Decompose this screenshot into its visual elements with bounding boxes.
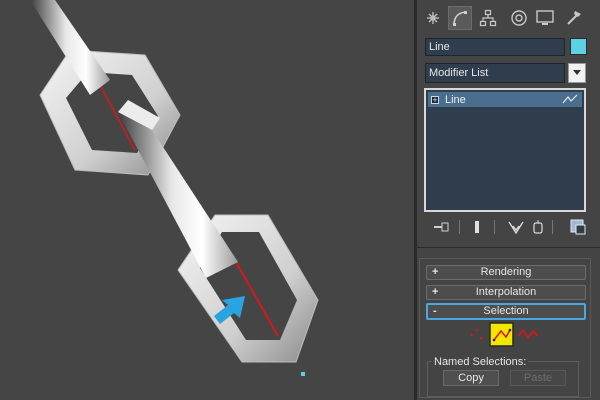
copy-button[interactable]: Copy: [443, 370, 499, 386]
rollout-sign: +: [432, 286, 439, 298]
panel-separator: [417, 247, 600, 248]
vertex-icon[interactable]: [470, 328, 483, 340]
motion-tab[interactable]: [507, 6, 531, 30]
stack-item-line[interactable]: + Line: [428, 92, 582, 107]
command-panel-tabs: [417, 4, 600, 32]
utilities-tab[interactable]: [562, 6, 586, 30]
create-icon: [427, 12, 439, 24]
hierarchy-tab[interactable]: [476, 6, 500, 30]
viewport[interactable]: [0, 0, 414, 400]
stack-toolbar: [423, 216, 593, 238]
chain-scene: [30, 0, 319, 376]
rollout-label: Rendering: [480, 266, 532, 278]
utilities-icon: [567, 11, 581, 25]
rollout-rendering[interactable]: + Rendering: [426, 265, 586, 280]
object-color-swatch[interactable]: [570, 38, 587, 55]
motion-icon: [511, 10, 527, 26]
modify-icon: [453, 11, 467, 26]
pin-stack-icon: [434, 222, 449, 232]
show-end-result-icon: [475, 221, 479, 233]
stack-item-label: Line: [445, 93, 466, 106]
make-unique-button[interactable]: [507, 218, 525, 236]
modifier-stack[interactable]: + Line: [424, 88, 586, 212]
spline-icon[interactable]: [517, 328, 539, 340]
paste-button[interactable]: Paste: [510, 370, 566, 386]
pin-stack-button[interactable]: [433, 218, 451, 236]
hierarchy-icon: [479, 9, 497, 27]
configure-sets-button[interactable]: [569, 218, 587, 236]
command-panel: Line Modifier List + Line + Rendering + …: [417, 0, 600, 400]
named-selections-label: Named Selections:: [432, 356, 529, 368]
remove-modifier-icon: [533, 220, 543, 234]
remove-modifier-button[interactable]: [529, 218, 547, 236]
display-icon: [536, 10, 554, 25]
expand-toggle[interactable]: +: [431, 95, 439, 104]
rollout-label: Interpolation: [475, 286, 537, 298]
rollout-label: Selection: [483, 305, 529, 317]
modifier-list-arrow[interactable]: [568, 63, 586, 83]
modify-tab[interactable]: [448, 6, 472, 30]
segment-icon[interactable]: [489, 322, 514, 347]
vertex-marker[interactable]: [301, 372, 305, 376]
make-unique-icon: [508, 221, 524, 234]
show-end-result-button[interactable]: [468, 218, 486, 236]
chain-shaft-middle: [118, 112, 238, 278]
configure-sets-icon: [570, 219, 586, 235]
rollout-sign: -: [433, 305, 437, 317]
selection-level-buttons: [470, 322, 539, 347]
rollout-interpolation[interactable]: + Interpolation: [426, 285, 586, 300]
chevron-down-icon: [573, 70, 581, 75]
modifier-list-dropdown[interactable]: Modifier List: [425, 63, 565, 83]
create-tab[interactable]: [421, 6, 445, 30]
rollout-selection[interactable]: - Selection: [426, 303, 586, 320]
display-tab[interactable]: [533, 6, 557, 30]
rollout-sign: +: [432, 266, 439, 278]
pin-curve-icon: [562, 94, 578, 104]
object-name-field[interactable]: Line: [425, 38, 565, 56]
